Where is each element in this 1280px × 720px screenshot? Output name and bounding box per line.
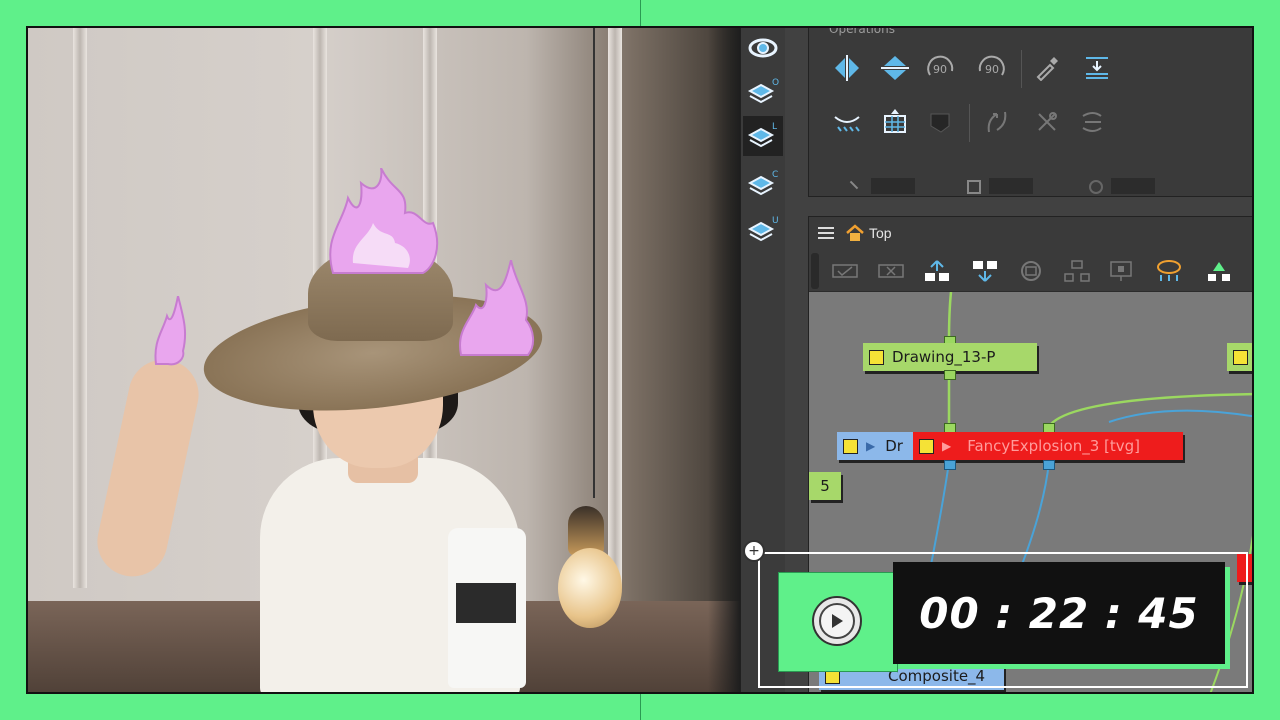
flip-vertical-icon[interactable]	[875, 48, 915, 88]
move-down-icon[interactable]	[969, 257, 1001, 285]
node-view-toolbar	[809, 251, 1252, 292]
node-label: Dr	[885, 437, 903, 455]
node-port[interactable]	[1043, 460, 1055, 470]
operations-title: Operations	[829, 26, 895, 36]
composite-icon[interactable]	[1203, 257, 1235, 285]
lamp-bulb	[558, 548, 622, 628]
play-button[interactable]	[812, 596, 862, 646]
wall-panel	[608, 28, 622, 588]
align-icon[interactable]	[1077, 48, 1117, 88]
node-enable-toggle[interactable]	[869, 349, 884, 365]
toolbar-grip[interactable]	[811, 253, 819, 289]
node-enable-toggle[interactable]	[843, 438, 858, 454]
menu-icon[interactable]	[817, 225, 835, 241]
wall-panel	[73, 28, 87, 588]
flame-effect-icon	[459, 260, 534, 356]
photo-edge-shadow	[708, 28, 740, 692]
rotate-90-ccw-icon[interactable]: 90	[971, 48, 1011, 88]
svg-text:90: 90	[933, 63, 947, 76]
partial-controls-row	[849, 178, 1229, 194]
node-label: FancyExplosion_3 [tvg]	[967, 437, 1140, 455]
layer-letter-u: U	[772, 216, 779, 226]
node-number-edge[interactable]: 5	[809, 472, 841, 500]
node-drawing-13-p[interactable]: Drawing_13-P	[863, 343, 1037, 371]
ungroup-icon[interactable]	[1061, 257, 1093, 285]
layer-line-icon[interactable]: L	[743, 116, 783, 156]
layer-letter-l: L	[772, 122, 777, 132]
operations-panel: Operations 90 90	[808, 26, 1252, 197]
coffee-cup-label	[456, 583, 516, 623]
add-icon[interactable]: +	[743, 540, 765, 562]
layer-letter-c: C	[772, 170, 778, 180]
node-enable-toggle[interactable]	[1233, 349, 1248, 365]
cut-icon[interactable]	[1027, 102, 1067, 142]
node-fancy-explosion[interactable]: ▶ FancyExplosion_3 [tvg]	[913, 432, 1183, 460]
separator	[969, 104, 970, 142]
eyedropper-icon[interactable]	[1027, 48, 1067, 88]
flip-horizontal-icon[interactable]	[827, 48, 867, 88]
timer-text: 00 : 22 : 45	[919, 588, 1199, 638]
lamp-cord	[593, 28, 595, 498]
frame-guide-vertical	[640, 0, 641, 26]
svg-text:90: 90	[985, 63, 999, 76]
separator	[1021, 50, 1022, 88]
view-icon[interactable]	[743, 28, 783, 68]
curve-icon[interactable]	[977, 102, 1017, 142]
node-offscreen-right[interactable]	[1227, 343, 1252, 371]
node-view-header: Top	[809, 217, 1252, 251]
node-port[interactable]	[944, 460, 956, 470]
fill-icon[interactable]	[921, 102, 961, 142]
home-icon[interactable]	[845, 224, 865, 242]
display-node-icon[interactable]	[1105, 257, 1137, 285]
node-port[interactable]	[944, 370, 956, 380]
peg-icon[interactable]	[1153, 257, 1185, 285]
add-symbol: +	[748, 543, 760, 559]
play-icon	[819, 603, 855, 639]
person-arm	[90, 353, 206, 583]
timer-display: 00 : 22 : 45	[893, 562, 1225, 664]
layer-underlay-icon[interactable]: U	[743, 210, 783, 250]
layer-color-icon[interactable]: C	[743, 164, 783, 204]
layer-letter-o: O	[772, 78, 779, 88]
node-enable-toggle[interactable]	[919, 438, 934, 454]
optimize-icon[interactable]	[1073, 102, 1113, 142]
group-icon[interactable]	[1015, 257, 1047, 285]
flatten-icon[interactable]	[875, 102, 915, 142]
frame-guide-vertical-bottom	[640, 694, 641, 720]
breadcrumb-top[interactable]: Top	[869, 225, 892, 241]
video-frame-photo	[28, 28, 740, 692]
rotate-90-cw-icon[interactable]: 90	[921, 48, 961, 88]
enable-node-icon[interactable]	[829, 257, 861, 285]
node-label: 5	[820, 477, 830, 495]
node-label: Drawing_13-P	[892, 348, 996, 366]
flame-effect-icon	[329, 168, 439, 274]
smooth-icon[interactable]	[827, 102, 867, 142]
flame-effect-icon	[154, 296, 187, 366]
disable-node-icon[interactable]	[875, 257, 907, 285]
move-up-icon[interactable]	[921, 257, 953, 285]
layer-overlay-icon[interactable]: O	[743, 72, 783, 112]
